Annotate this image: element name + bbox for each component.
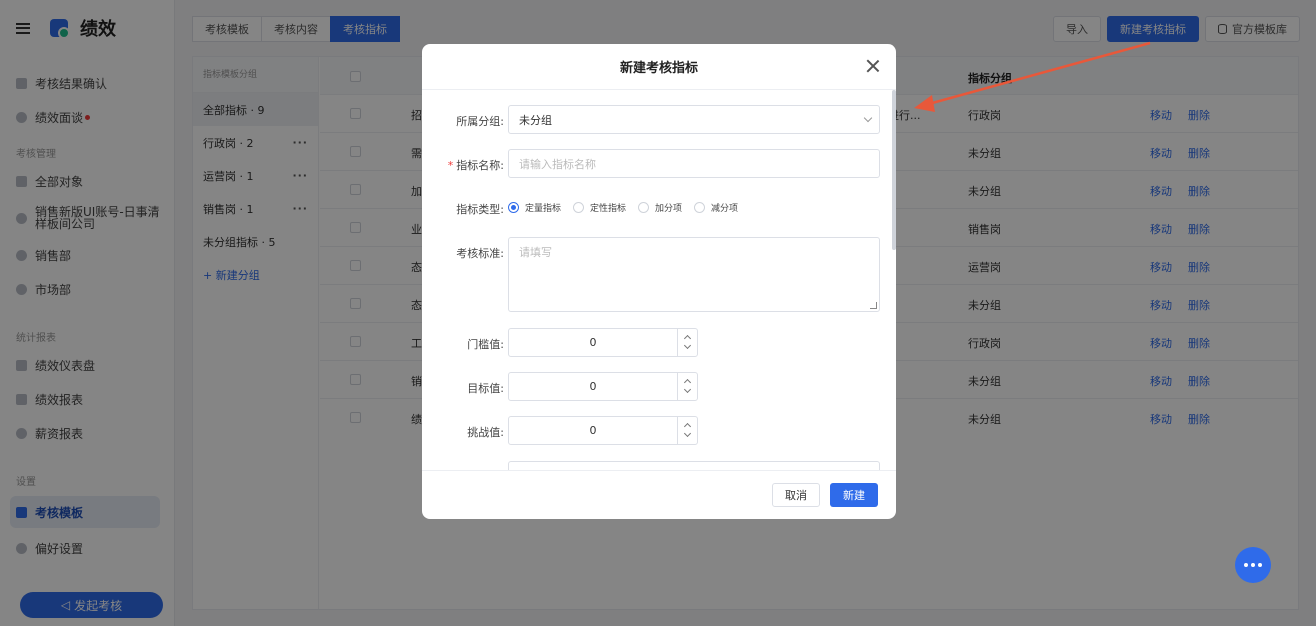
radio-qualitative[interactable]: 定性指标 bbox=[573, 201, 626, 214]
more-actions-button[interactable] bbox=[1235, 547, 1271, 583]
target-label: 目标值: bbox=[467, 382, 504, 395]
challenge-label: 挑战值: bbox=[467, 426, 504, 439]
metric-name-input[interactable]: 请输入指标名称 bbox=[508, 149, 880, 178]
chevron-down-icon[interactable] bbox=[683, 429, 692, 438]
dialog-header: 新建考核指标 bbox=[422, 44, 896, 90]
group-label: 所属分组: bbox=[456, 115, 504, 128]
chevron-down-icon[interactable] bbox=[683, 385, 692, 394]
metric-type-radio-group: 定量指标 定性指标 加分项 减分项 bbox=[508, 201, 750, 214]
dialog-title: 新建考核指标 bbox=[619, 61, 698, 76]
chevron-down-icon[interactable] bbox=[683, 341, 692, 350]
target-stepper[interactable]: 0 bbox=[508, 372, 698, 401]
metric-type-label: 指标类型: bbox=[456, 203, 504, 216]
resize-handle-icon[interactable] bbox=[870, 302, 877, 309]
new-metric-dialog: 新建考核指标 所属分组: 未分组 * 指标名称: 请输入指标名称 指标类型: 定量… bbox=[422, 44, 896, 519]
threshold-label: 门槛值: bbox=[467, 338, 504, 351]
radio-deduction[interactable]: 减分项 bbox=[694, 201, 738, 214]
threshold-stepper[interactable]: 0 bbox=[508, 328, 698, 357]
group-select[interactable]: 未分组 bbox=[508, 105, 880, 134]
dialog-footer: 取消 新建 bbox=[422, 470, 896, 519]
metric-name-label: * 指标名称: bbox=[447, 159, 504, 172]
required-mark: * bbox=[447, 159, 454, 172]
radio-bonus[interactable]: 加分项 bbox=[638, 201, 682, 214]
standard-label: 考核标准: bbox=[456, 247, 504, 260]
challenge-stepper[interactable]: 0 bbox=[508, 416, 698, 445]
cancel-button[interactable]: 取消 bbox=[772, 483, 820, 507]
next-field-input[interactable] bbox=[508, 461, 880, 470]
radio-quantitative[interactable]: 定量指标 bbox=[508, 201, 561, 214]
chevron-down-icon bbox=[863, 113, 873, 123]
dialog-body: 所属分组: 未分组 * 指标名称: 请输入指标名称 指标类型: 定量指标 定性指标… bbox=[422, 90, 896, 470]
standard-textarea[interactable]: 请填写 bbox=[508, 237, 880, 312]
close-icon[interactable] bbox=[866, 59, 880, 73]
create-button[interactable]: 新建 bbox=[830, 483, 878, 507]
